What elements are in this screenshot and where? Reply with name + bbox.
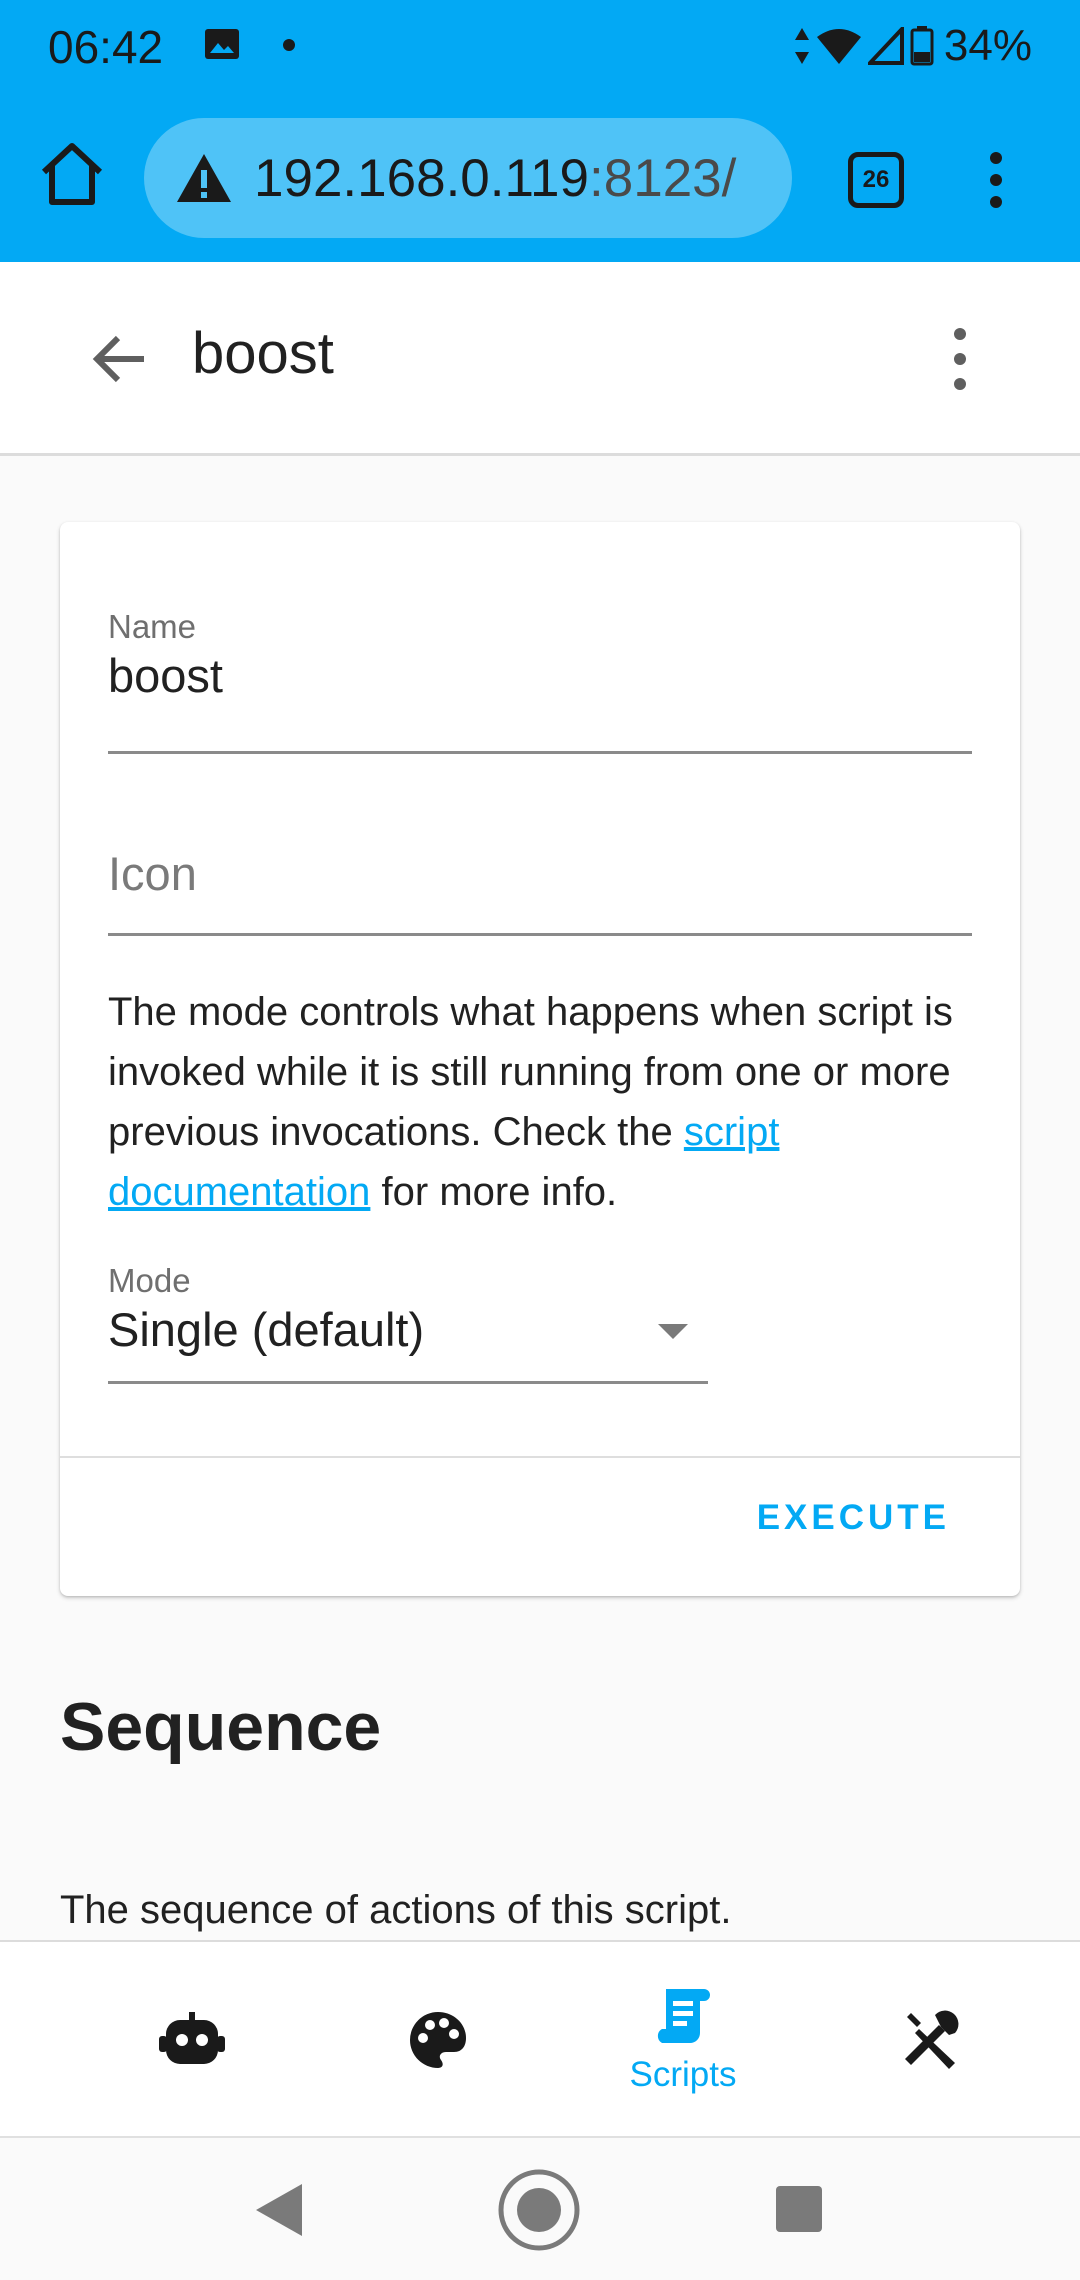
signal-icon: [867, 27, 904, 65]
status-bar: 06:42 34%: [0, 0, 1080, 92]
name-label: Name: [108, 608, 197, 645]
sequence-description: The sequence of actions of this script.: [60, 1888, 732, 1932]
address-bar[interactable]: 192.168.0.119:8123/: [144, 118, 792, 238]
app-header: boost: [0, 262, 1080, 456]
status-time: 06:42: [48, 21, 164, 73]
script-settings-card: Name boost Icon The mode controls what h…: [60, 522, 1020, 1596]
card-divider: [60, 1456, 1020, 1458]
warning-icon[interactable]: [176, 152, 232, 204]
tabs-button[interactable]: 26: [848, 152, 904, 208]
battery-icon: [910, 26, 934, 66]
url-text[interactable]: 192.168.0.119:8123/: [254, 148, 736, 209]
home-icon[interactable]: [36, 138, 108, 210]
nav-item-scripts[interactable]: Scripts: [583, 1942, 783, 2138]
execute-button[interactable]: EXECUTE: [757, 1498, 950, 1538]
url-row: 192.168.0.119:8123/ 26: [0, 112, 1080, 242]
battery-percent: 34%: [943, 21, 1032, 70]
status-icons: 34%: [794, 20, 1032, 72]
mode-desc-text: The mode controls what happens when scri…: [108, 990, 953, 1154]
android-nav-bar: [0, 2136, 1080, 2280]
nav-item-developer-tools[interactable]: [850, 1942, 1010, 2138]
page-title: boost: [192, 321, 334, 386]
image-icon: [205, 29, 239, 59]
sequence-title: Sequence: [60, 1689, 382, 1765]
mode-description: The mode controls what happens when scri…: [108, 982, 988, 1222]
icon-placeholder[interactable]: Icon: [108, 846, 197, 901]
mode-label: Mode: [108, 1262, 191, 1299]
data-arrows-icon: [794, 28, 809, 64]
nav-item-automations[interactable]: [112, 1942, 272, 2138]
more-vert-icon[interactable]: [940, 324, 980, 394]
icon-field[interactable]: Icon: [108, 816, 972, 936]
tab-count: 26: [862, 166, 890, 193]
url-host: 192.168.0.119: [254, 148, 590, 208]
mode-desc-tail: for more info.: [370, 1170, 618, 1214]
tools-icon: [905, 2010, 959, 2069]
notification-dot: [283, 39, 295, 51]
dropdown-arrow-icon[interactable]: [658, 1324, 688, 1339]
mode-select[interactable]: Mode Single (default): [108, 1262, 708, 1384]
arrow-back-icon[interactable]: [88, 326, 154, 392]
robot-icon: [159, 2012, 225, 2064]
name-field[interactable]: Name boost: [108, 608, 972, 754]
palette-icon: [410, 2012, 466, 2068]
nav-label-scripts: Scripts: [629, 2055, 737, 2094]
nav-item-scenes[interactable]: [358, 1942, 518, 2138]
more-vert-icon[interactable]: [978, 148, 1014, 212]
bottom-nav: Scripts: [0, 1940, 1080, 2136]
name-value[interactable]: boost: [108, 648, 223, 703]
nav-back-icon[interactable]: [254, 2182, 304, 2238]
mode-value[interactable]: Single (default): [108, 1302, 424, 1357]
nav-home-icon[interactable]: [497, 2168, 581, 2252]
url-port: :8123/: [589, 148, 737, 208]
browser-chrome: 06:42 34% 192.168.0.119:8123/ 26: [0, 0, 1080, 262]
nav-recents-icon[interactable]: [776, 2186, 822, 2232]
wifi-icon: [816, 29, 861, 64]
script-icon: [657, 1989, 710, 2043]
